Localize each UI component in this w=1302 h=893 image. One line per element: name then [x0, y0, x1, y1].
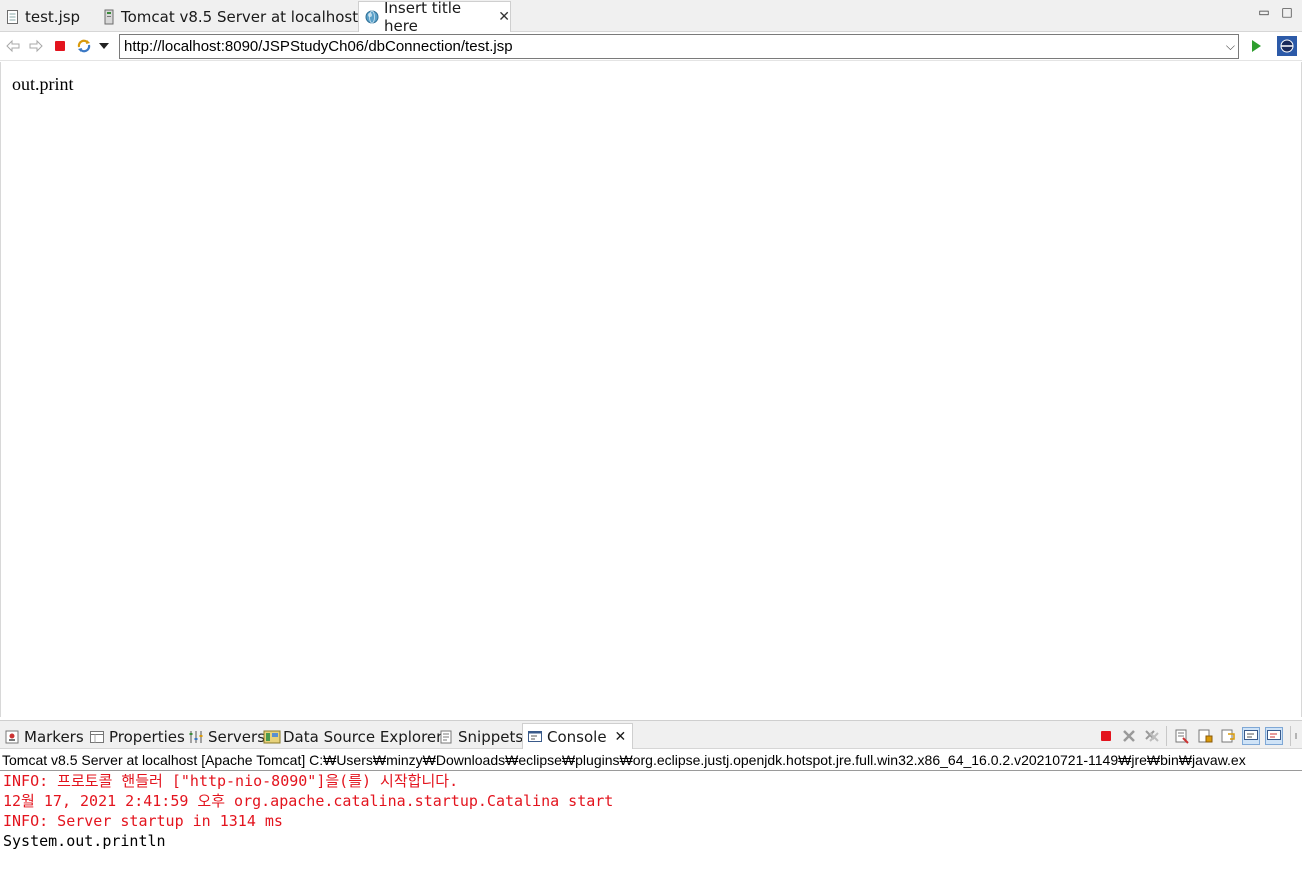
browser-content: out.print [0, 62, 1302, 717]
tab-snippets[interactable]: Snippets [438, 723, 523, 750]
console-line: INFO: 프로토콜 핸들러 ["http-nio-8090"]을(를) 시작합… [3, 772, 459, 790]
more-toolbar-icon[interactable] [1294, 727, 1302, 745]
console-line: 12월 17, 2021 2:41:59 오후 org.apache.catal… [3, 792, 614, 810]
console-icon [527, 729, 543, 745]
close-icon[interactable]: ✕ [615, 729, 627, 745]
show-console-on-stderr-icon[interactable] [1265, 727, 1283, 745]
bottom-panel-tab-bar: Markers Properties Servers Data Source E… [0, 720, 1302, 750]
word-wrap-icon[interactable] [1219, 727, 1237, 745]
tab-insert-title-here[interactable]: Insert title here ✕ [358, 0, 511, 35]
terminate-icon[interactable] [1097, 727, 1115, 745]
url-dropdown-chevron-icon[interactable]: ⌵ [1226, 35, 1235, 58]
markers-icon [4, 729, 20, 745]
editor-tab-bar: test.jsp Tomcat v8.5 Server at localhost… [0, 0, 1302, 35]
console-launch-description: Tomcat v8.5 Server at localhost [Apache … [0, 749, 1302, 771]
servers-icon [188, 729, 204, 745]
go-run-icon[interactable] [1247, 37, 1265, 55]
url-input[interactable]: http://localhost:8090/JSPStudyCh06/dbCon… [119, 34, 1239, 59]
toolbar-divider [1166, 726, 1167, 746]
tab-label: Console [547, 728, 607, 746]
tab-tomcat-server[interactable]: Tomcat v8.5 Server at localhost [96, 1, 358, 32]
console-line: INFO: Server startup in 1314 ms [3, 812, 283, 830]
tab-label: Markers [24, 727, 84, 746]
eclipse-browser-icon[interactable] [1277, 36, 1297, 56]
tab-label: Data Source Explorer [283, 727, 443, 746]
tab-data-source-explorer[interactable]: Data Source Explorer [263, 723, 442, 750]
page-body-text: out.print [12, 74, 74, 94]
browser-toolbar: http://localhost:8090/JSPStudyCh06/dbCon… [0, 32, 1302, 61]
show-console-on-stdout-icon[interactable] [1242, 727, 1260, 745]
tab-label: Tomcat v8.5 Server at localhost [121, 7, 359, 26]
refresh-icon[interactable] [75, 37, 93, 55]
toolbar-divider [1290, 726, 1291, 746]
maximize-icon[interactable]: □ [1280, 5, 1294, 19]
minimize-icon[interactable]: ▭ [1257, 5, 1271, 19]
tab-label: Servers [208, 727, 266, 746]
chevron-down-icon[interactable] [95, 37, 113, 55]
web-browser-globe-icon [365, 9, 379, 25]
tab-markers[interactable]: Markers [4, 723, 84, 750]
tab-test-jsp[interactable]: test.jsp [0, 1, 80, 32]
snippets-icon [438, 729, 454, 745]
remove-all-terminated-icon[interactable] [1143, 727, 1161, 745]
close-icon[interactable]: ✕ [498, 9, 510, 25]
console-line: System.out.println [3, 832, 166, 850]
jsp-file-icon [6, 9, 20, 25]
tab-servers[interactable]: Servers [188, 723, 265, 750]
tab-label: Properties [109, 727, 185, 746]
stop-icon[interactable] [51, 37, 69, 55]
tab-label: Snippets [458, 727, 524, 746]
properties-icon [89, 729, 105, 745]
tab-console[interactable]: Console ✕ [522, 723, 634, 750]
tab-properties[interactable]: Properties [89, 723, 185, 750]
server-icon [102, 9, 116, 25]
console-output[interactable]: INFO: 프로토콜 핸들러 ["http-nio-8090"]을(를) 시작합… [0, 771, 1302, 893]
clear-console-icon[interactable] [1173, 727, 1191, 745]
data-source-icon [263, 729, 281, 745]
tab-label: test.jsp [25, 7, 81, 26]
url-text: http://localhost:8090/JSPStudyCh06/dbCon… [124, 38, 513, 55]
forward-icon[interactable] [27, 37, 45, 55]
remove-launch-icon[interactable] [1120, 727, 1138, 745]
tab-label: Insert title here [384, 0, 462, 35]
scroll-lock-icon[interactable] [1196, 727, 1214, 745]
back-icon[interactable] [4, 37, 22, 55]
